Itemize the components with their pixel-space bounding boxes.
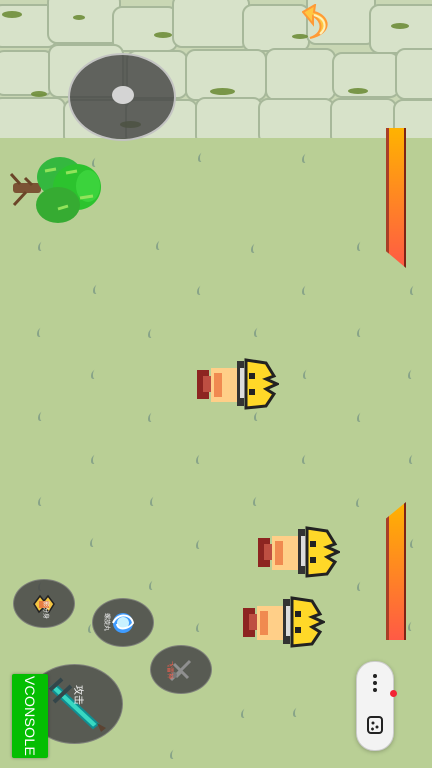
notification-badge: [390, 690, 397, 697]
vconsole-button[interactable]: VCONSOLE: [12, 674, 48, 758]
joystick-knob[interactable]: [112, 86, 134, 104]
game-controller-icon[interactable]: [365, 714, 385, 736]
mini-program-menu[interactable]: [356, 661, 397, 751]
shadow-clone: [258, 526, 340, 578]
rasengan-button[interactable]: 螺旋丸: [92, 598, 154, 647]
rasengan-icon: [112, 612, 135, 633]
game-stage: 影分身 螺旋丸 飞雷神 攻击 VCONSOLE: [0, 0, 432, 768]
kunai-button[interactable]: 飞雷神: [150, 645, 212, 694]
skill-label: 攻击: [72, 685, 83, 705]
stone-wall: [0, 0, 432, 138]
skill-label: 飞雷神: [166, 660, 174, 680]
ninja-character: [197, 358, 279, 410]
skill-label: 螺旋丸: [103, 612, 111, 632]
skill-label: 影分身: [42, 600, 50, 620]
more-vertical-icon[interactable]: [373, 674, 377, 695]
tree: [10, 157, 101, 223]
player-health-bar: [386, 502, 406, 640]
shadow-clone-button[interactable]: 影分身: [13, 579, 75, 628]
enemy-health-bar: [386, 128, 406, 268]
joystick[interactable]: [68, 53, 176, 141]
shadow-clone: [243, 596, 325, 648]
vconsole-label: VCONSOLE: [22, 675, 38, 757]
curved-arrow-icon[interactable]: [302, 4, 336, 42]
